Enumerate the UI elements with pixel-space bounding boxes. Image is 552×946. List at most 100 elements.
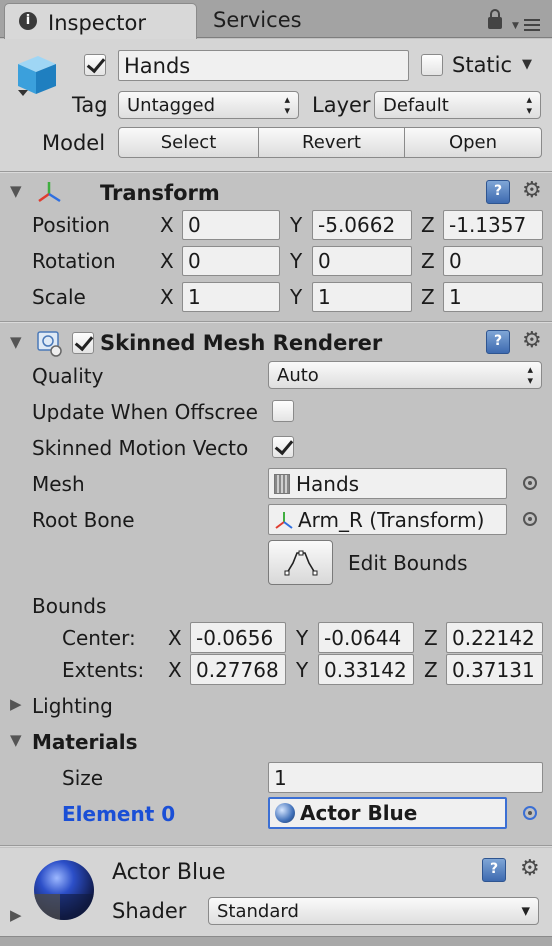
gear-icon[interactable]: ⚙ [520, 858, 540, 880]
axis-y-label[interactable]: Y [290, 251, 302, 271]
renderer-title[interactable]: Skinned Mesh Renderer [100, 333, 382, 354]
static-checkbox[interactable] [421, 54, 443, 76]
help-icon[interactable] [486, 330, 510, 354]
center-z-input[interactable]: 0.22142 [446, 622, 543, 653]
model-open-button[interactable]: Open [405, 128, 541, 157]
gear-icon[interactable]: ⚙ [522, 180, 542, 202]
mesh-label: Mesh [32, 472, 85, 496]
axis-y-label[interactable]: Y [296, 628, 308, 648]
position-label: Position [32, 213, 110, 237]
model-label: Model [42, 131, 106, 155]
active-checkbox[interactable] [84, 54, 106, 76]
rotation-x-input[interactable]: 0 [182, 246, 280, 276]
object-picker-icon[interactable] [523, 806, 537, 820]
update-offscreen-checkbox[interactable] [272, 400, 294, 422]
materials-label[interactable]: Materials [32, 732, 138, 752]
object-name-input[interactable]: Hands [118, 50, 409, 81]
root-bone-label: Root Bone [32, 508, 135, 532]
axis-x-label[interactable]: X [160, 287, 174, 307]
model-open-label: Open [448, 132, 498, 153]
rotation-y-input[interactable]: 0 [312, 246, 412, 276]
scale-z-input[interactable]: 1 [443, 282, 543, 312]
shader-dropdown[interactable]: Standard ▼ [208, 897, 539, 925]
edit-bounds-button[interactable] [268, 540, 333, 585]
motion-vectors-checkbox[interactable] [272, 436, 294, 458]
axis-y-label[interactable]: Y [290, 287, 302, 307]
lock-icon[interactable] [488, 9, 502, 29]
chevron-down-icon: ▼ [521, 904, 530, 918]
element0-object-field[interactable]: Actor Blue [268, 797, 507, 829]
transform-foldout-icon[interactable]: ▼ [10, 184, 22, 199]
mesh-value: Hands [296, 471, 360, 496]
divider [0, 171, 552, 173]
updown-arrow-icon: ▴ ▾ [526, 93, 532, 117]
object-picker-icon[interactable] [523, 476, 537, 490]
rotation-label: Rotation [32, 249, 116, 273]
edit-bounds-label: Edit Bounds [348, 551, 468, 575]
updown-arrow-icon: ▴ ▾ [527, 363, 533, 387]
axis-z-label[interactable]: Z [424, 628, 438, 648]
scale-label: Scale [32, 285, 86, 309]
renderer-foldout-icon[interactable]: ▼ [10, 335, 22, 350]
axis-x-label[interactable]: X [160, 251, 174, 271]
tab-inspector[interactable]: i Inspector [4, 3, 197, 39]
help-icon[interactable] [486, 180, 510, 204]
static-dropdown-icon[interactable]: ▼ [522, 58, 532, 71]
info-icon: i [19, 12, 37, 30]
tag-dropdown[interactable]: Untagged ▴ ▾ [118, 91, 299, 119]
object-picker-icon[interactable] [523, 512, 537, 526]
scale-x-input[interactable]: 1 [182, 282, 280, 312]
size-input[interactable]: 1 [268, 762, 543, 793]
shader-label: Shader [112, 899, 187, 923]
position-x-input[interactable]: 0 [182, 210, 280, 240]
skinned-mesh-renderer-icon [36, 329, 64, 357]
extents-y-input[interactable]: 0.33142 [318, 654, 414, 685]
help-icon[interactable] [482, 858, 506, 882]
material-preview-icon [34, 860, 94, 920]
scale-y-input[interactable]: 1 [312, 282, 412, 312]
position-z-input[interactable]: -1.1357 [443, 210, 543, 240]
axis-y-label[interactable]: Y [290, 215, 302, 235]
center-y-input[interactable]: -0.0644 [318, 622, 414, 653]
position-y-input[interactable]: -5.0662 [312, 210, 412, 240]
axis-x-label[interactable]: X [160, 215, 174, 235]
center-x-input[interactable]: -0.0656 [190, 622, 286, 653]
quality-label: Quality [32, 364, 104, 388]
tag-label: Tag [72, 93, 108, 117]
model-select-label: Select [160, 132, 217, 153]
axis-z-label[interactable]: Z [421, 287, 435, 307]
lighting-label[interactable]: Lighting [32, 696, 113, 716]
mesh-object-field[interactable]: Hands [268, 468, 507, 499]
layer-label: Layer [312, 93, 371, 117]
root-bone-object-field[interactable]: Arm_R (Transform) [268, 504, 507, 535]
extents-label: Extents: [62, 658, 145, 682]
transform-title[interactable]: Transform [100, 183, 220, 204]
materials-foldout-icon[interactable]: ▼ [10, 733, 22, 748]
axis-y-label[interactable]: Y [296, 660, 308, 680]
rotation-z-input[interactable]: 0 [443, 246, 543, 276]
extents-z-input[interactable]: 0.37131 [446, 654, 543, 685]
element0-value: Actor Blue [300, 801, 418, 825]
axis-x-label[interactable]: X [168, 660, 182, 680]
layer-dropdown[interactable]: Default ▴ ▾ [374, 91, 541, 119]
element0-label: Element 0 [62, 802, 176, 826]
lighting-foldout-icon[interactable]: ▶ [10, 697, 22, 712]
motion-vectors-label: Skinned Motion Vecto [32, 438, 249, 458]
gear-icon[interactable]: ⚙ [522, 330, 542, 352]
axis-z-label[interactable]: Z [421, 215, 435, 235]
model-revert-button[interactable]: Revert [259, 128, 405, 157]
tag-value: Untagged [127, 94, 216, 116]
renderer-enabled-checkbox[interactable] [72, 332, 94, 354]
extents-x-input[interactable]: 0.27768 [190, 654, 286, 685]
center-label: Center: [62, 626, 136, 650]
model-select-button[interactable]: Select [119, 128, 259, 157]
axis-x-label[interactable]: X [168, 628, 182, 648]
gameobject-icon[interactable] [12, 52, 60, 100]
bottom-edge [0, 936, 552, 946]
axis-z-label[interactable]: Z [424, 660, 438, 680]
tab-services[interactable]: Services [198, 3, 338, 37]
axis-z-label[interactable]: Z [421, 251, 435, 271]
material-foldout-icon[interactable]: ▶ [10, 908, 22, 923]
menu-icon[interactable]: ▼ [512, 15, 542, 33]
quality-dropdown[interactable]: Auto ▴ ▾ [268, 361, 542, 389]
